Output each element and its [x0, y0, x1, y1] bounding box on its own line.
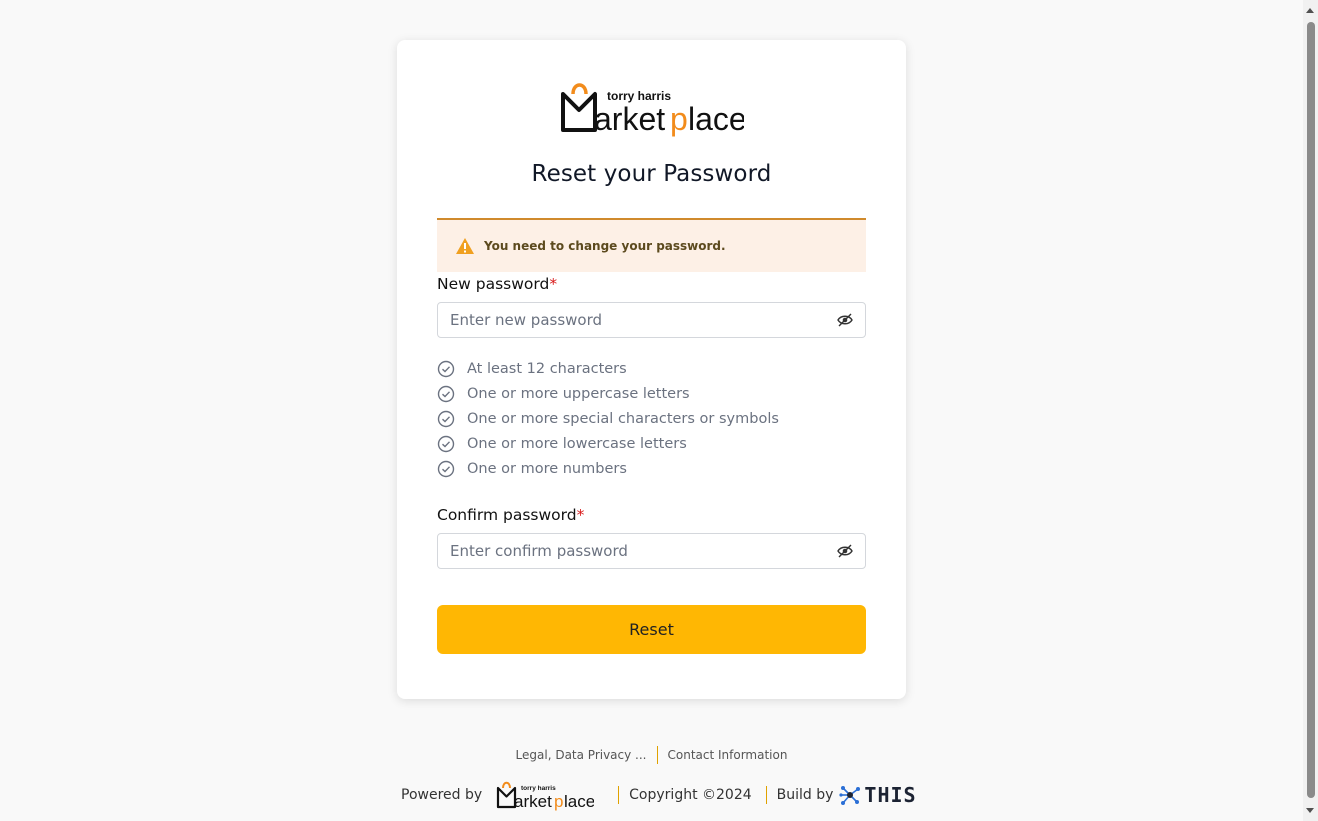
legal-data-privacy-link[interactable]: Legal, Data Privacy ...: [506, 748, 657, 762]
build-by-label: Build by: [776, 787, 834, 803]
powered-by-marketplace-logo: torry harris arket p lace: [497, 781, 594, 811]
svg-text:lace: lace: [564, 792, 594, 811]
svg-text:arket: arket: [594, 101, 665, 137]
password-rules-list: At least 12 characters One or more upper…: [437, 356, 779, 481]
contact-information-link[interactable]: Contact Information: [658, 748, 798, 762]
new-password-input[interactable]: [450, 311, 837, 329]
confirm-password-label: Confirm password*: [437, 506, 584, 524]
check-circle-icon: [437, 460, 455, 477]
svg-text:arket: arket: [514, 792, 552, 811]
network-nodes-icon: [839, 786, 861, 805]
svg-text:p: p: [554, 792, 563, 811]
new-password-label-text: New password: [437, 275, 550, 293]
rule-text: One or more numbers: [467, 460, 627, 477]
rule-text: One or more uppercase letters: [467, 385, 690, 402]
marketplace-logo: torry harris arket p lace: [561, 83, 744, 137]
password-rule: One or more special characters or symbol…: [437, 406, 779, 431]
footer-bottom: Powered by torry harris arket p lace Cop…: [401, 779, 917, 811]
svg-text:lace: lace: [688, 101, 744, 137]
check-circle-icon: [437, 360, 455, 377]
this-brand-text: THIS: [864, 783, 917, 807]
vertical-scrollbar[interactable]: [1303, 0, 1318, 821]
reset-password-card: torry harris arket p lace Reset your Pas…: [397, 40, 906, 699]
password-rule: One or more lowercase letters: [437, 431, 779, 456]
powered-by-label: Powered by: [401, 787, 483, 803]
new-password-field: [437, 302, 866, 338]
scroll-down-arrow[interactable]: [1306, 808, 1314, 813]
check-circle-icon: [437, 410, 455, 427]
rule-text: One or more lowercase letters: [467, 435, 687, 452]
rule-text: At least 12 characters: [467, 360, 627, 377]
page-title: Reset your Password: [531, 161, 772, 187]
alert-message: You need to change your password.: [484, 239, 726, 253]
reset-button[interactable]: Reset: [437, 605, 866, 654]
scroll-thumb[interactable]: [1307, 22, 1315, 798]
scroll-up-arrow[interactable]: [1306, 8, 1314, 13]
warning-icon: [456, 238, 474, 254]
build-by: Build by THIS: [767, 783, 917, 807]
this-logo: THIS: [839, 783, 916, 807]
svg-text:torry harris: torry harris: [521, 785, 556, 792]
svg-text:p: p: [670, 101, 688, 137]
required-mark: *: [576, 506, 585, 524]
confirm-password-field: [437, 533, 866, 569]
eye-slash-icon[interactable]: [837, 313, 853, 327]
password-rule: At least 12 characters: [437, 356, 779, 381]
password-change-alert: You need to change your password.: [437, 218, 866, 272]
confirm-password-input[interactable]: [450, 542, 837, 560]
password-rule: One or more numbers: [437, 456, 779, 481]
check-circle-icon: [437, 385, 455, 402]
footer-links: Legal, Data Privacy ... Contact Informat…: [0, 746, 1303, 764]
rule-text: One or more special characters or symbol…: [467, 410, 779, 427]
copyright-text: Copyright ©2024: [629, 787, 752, 803]
eye-slash-icon[interactable]: [837, 544, 853, 558]
required-mark: *: [549, 275, 558, 293]
password-rule: One or more uppercase letters: [437, 381, 779, 406]
confirm-password-label-text: Confirm password: [437, 506, 577, 524]
check-circle-icon: [437, 435, 455, 452]
new-password-label: New password*: [437, 275, 557, 293]
